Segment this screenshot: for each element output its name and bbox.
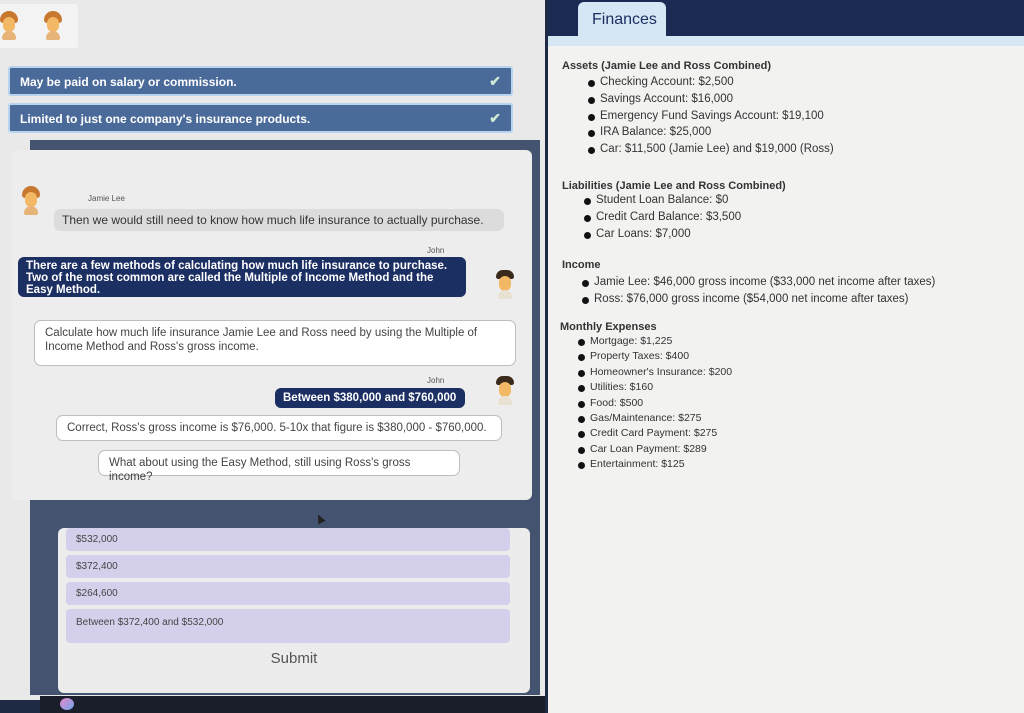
character-avatar-tile[interactable] <box>28 4 78 48</box>
list-item: Savings Account: $16,000 <box>588 93 834 110</box>
chat-message: Then we would still need to know how muc… <box>54 209 504 231</box>
liabilities-heading: Liabilities (Jamie Lee and Ross Combined… <box>562 180 786 192</box>
option-label: Limited to just one company's insurance … <box>20 112 311 126</box>
list-item: Car: $11,500 (Jamie Lee) and $19,000 (Ro… <box>588 143 834 160</box>
list-item: Food: $500 <box>578 397 732 412</box>
john-avatar-icon <box>496 270 514 300</box>
weather-icon[interactable] <box>60 698 74 710</box>
list-item: Car Loans: $7,000 <box>584 228 741 245</box>
list-item: Checking Account: $2,500 <box>588 76 834 93</box>
speaker-name: John <box>427 376 445 385</box>
list-item: Homeowner's Insurance: $200 <box>578 366 732 381</box>
list-item: Utilities: $160 <box>578 381 732 396</box>
jamie-avatar-icon <box>22 186 40 216</box>
taskbar <box>40 696 545 713</box>
list-item: Ross: $76,000 gross income ($54,000 net … <box>582 293 935 310</box>
income-list: Jamie Lee: $46,000 gross income ($33,000… <box>582 276 935 310</box>
answer-choices: $532,000 $372,400 $264,600 Between $372,… <box>58 528 530 693</box>
tab-finances[interactable]: Finances <box>578 2 666 38</box>
feedback-message: Correct, Ross's gross income is $76,000.… <box>56 415 502 441</box>
checked-option[interactable]: Limited to just one company's insurance … <box>8 103 513 133</box>
chat-message: Between $380,000 and $760,000 <box>275 388 465 408</box>
list-item: Credit Card Balance: $3,500 <box>584 211 741 228</box>
submit-button[interactable]: Submit <box>58 650 530 667</box>
liabilities-list: Student Loan Balance: $0 Credit Card Bal… <box>584 194 741 244</box>
answer-option[interactable]: $264,600 <box>66 582 510 605</box>
checkmark-icon: ✔ <box>489 110 501 126</box>
expenses-list: Mortgage: $1,225 Property Taxes: $400 Ho… <box>578 335 732 474</box>
list-item: Jamie Lee: $46,000 gross income ($33,000… <box>582 276 935 293</box>
avatar-icon <box>0 11 18 41</box>
assets-list: Checking Account: $2,500 Savings Account… <box>588 76 834 160</box>
prompt-message: Calculate how much life insurance Jamie … <box>34 320 516 366</box>
income-heading: Income <box>562 259 601 271</box>
list-item: Mortgage: $1,225 <box>578 335 732 350</box>
chat-message: There are a few methods of calculating h… <box>18 257 466 297</box>
speaker-name: Jamie Lee <box>88 194 125 203</box>
answer-option[interactable]: Between $372,400 and $532,000 <box>66 609 510 643</box>
list-item: Emergency Fund Savings Account: $19,100 <box>588 110 834 127</box>
finances-panel: Finances Assets (Jamie Lee and Ross Comb… <box>548 0 1024 713</box>
speaker-name: John <box>427 246 445 255</box>
expenses-heading: Monthly Expenses <box>560 321 657 333</box>
assets-heading: Assets (Jamie Lee and Ross Combined) <box>562 60 772 72</box>
list-item: IRA Balance: $25,000 <box>588 126 834 143</box>
checked-option[interactable]: May be paid on salary or commission. ✔ <box>8 66 513 96</box>
answer-option[interactable]: $532,000 <box>66 528 510 551</box>
answer-option[interactable]: $372,400 <box>66 555 510 578</box>
tab-strip <box>548 36 1024 46</box>
list-item: Property Taxes: $400 <box>578 350 732 365</box>
avatar-icon <box>44 11 62 41</box>
game-panel: May be paid on salary or commission. ✔ L… <box>0 0 545 700</box>
screen: May be paid on salary or commission. ✔ L… <box>0 0 1024 713</box>
list-item: Gas/Maintenance: $275 <box>578 412 732 427</box>
list-item: Entertainment: $125 <box>578 458 732 473</box>
list-item: Student Loan Balance: $0 <box>584 194 741 211</box>
finances-content: Assets (Jamie Lee and Ross Combined) Che… <box>548 46 1024 713</box>
option-label: May be paid on salary or commission. <box>20 75 237 89</box>
chat-log: Jamie Lee Then we would still need to kn… <box>12 150 532 500</box>
list-item: Car Loan Payment: $289 <box>578 443 732 458</box>
list-item: Credit Card Payment: $275 <box>578 427 732 442</box>
john-avatar-icon <box>496 376 514 406</box>
checkmark-icon: ✔ <box>489 73 501 89</box>
question-message: What about using the Easy Method, still … <box>98 450 460 483</box>
